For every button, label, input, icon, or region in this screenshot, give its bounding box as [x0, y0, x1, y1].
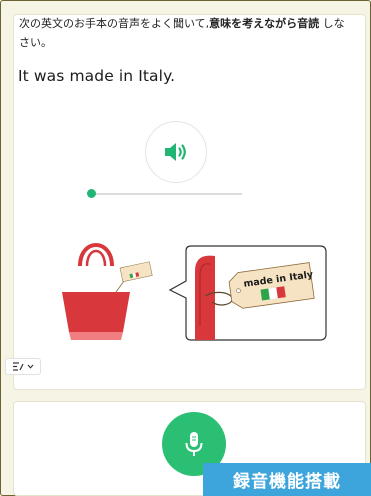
- audio-progress-thumb[interactable]: [87, 189, 96, 198]
- chevron-down-icon: [27, 364, 33, 369]
- instruction-emphasis: 意味を考えながら音読: [209, 17, 320, 30]
- voice-menu-icon: [12, 362, 24, 371]
- instruction-part1: 次の英文のお手本の音声をよく聞いて,: [19, 17, 210, 30]
- english-sentence: It was made in Italy.: [18, 67, 176, 85]
- instruction-text: 次の英文のお手本の音声をよく聞いて,意味を考えながら音読 しなさい。: [19, 14, 355, 52]
- handbag-illustration: [62, 243, 130, 340]
- speaker-icon: [165, 143, 186, 161]
- voice-settings-button[interactable]: [5, 358, 41, 375]
- play-audio-button[interactable]: [145, 121, 207, 183]
- illustration: made in Italy: [62, 243, 327, 341]
- small-tag-illustration: [119, 261, 153, 282]
- audio-progress-track[interactable]: [90, 193, 242, 195]
- microphone-icon: [185, 432, 203, 456]
- feature-banner: 録音機能搭載: [203, 463, 371, 496]
